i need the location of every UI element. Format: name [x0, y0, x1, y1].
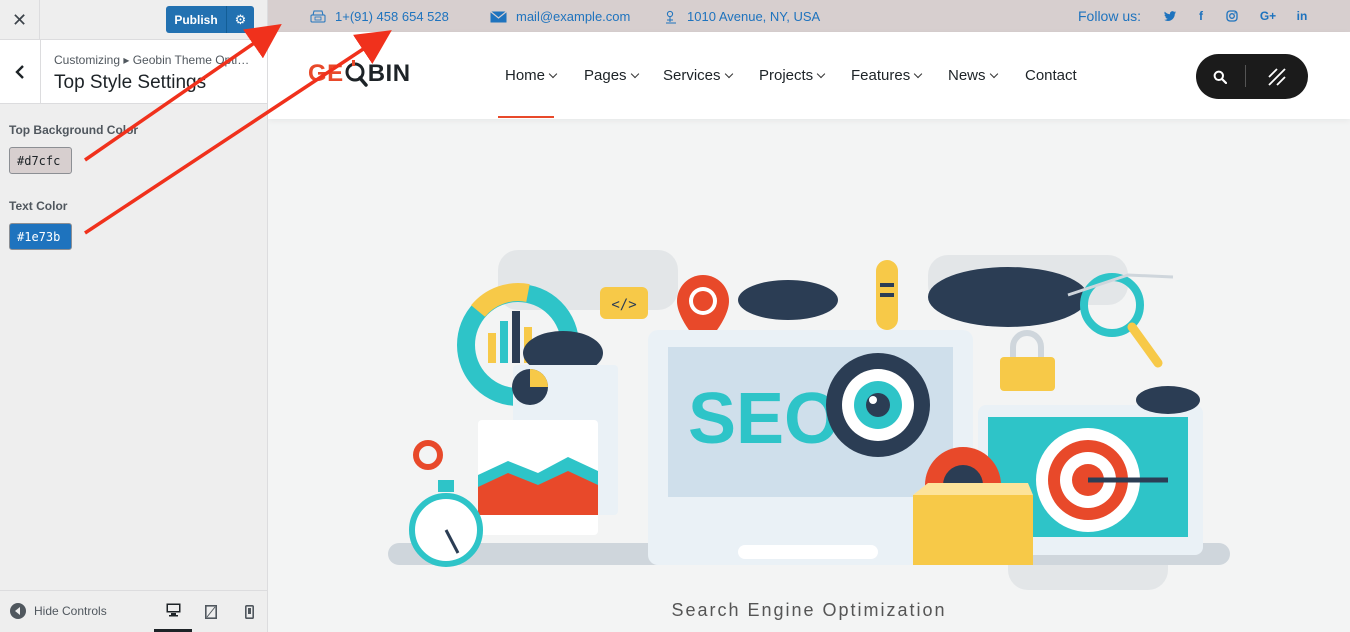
desktop-icon: [166, 603, 180, 617]
chevron-down-icon: [816, 69, 826, 78]
nav-contact[interactable]: Contact: [1025, 67, 1077, 84]
magnifier-logo-icon: [345, 60, 368, 87]
preview-mobile-button[interactable]: [230, 591, 268, 632]
location-icon: [666, 10, 676, 23]
customizer-sidebar: ✕ Publish ⚙ Customizing ▸ Geobin Theme O…: [0, 0, 268, 632]
google-plus-icon[interactable]: G+: [1258, 8, 1278, 24]
sidebar-footer: Hide Controls: [0, 590, 267, 632]
nav-features[interactable]: Features: [851, 67, 923, 84]
chevron-down-icon: [989, 69, 998, 78]
chevron-down-icon: [724, 69, 733, 78]
gear-icon: ⚙: [234, 11, 247, 27]
preview-tablet-button[interactable]: [192, 591, 230, 632]
nav-news-label: News: [948, 67, 986, 84]
phone-text: 1+(91) 458 654 528: [335, 9, 449, 24]
nav-services-label: Services: [663, 67, 721, 84]
svg-text:</>: </>: [611, 297, 636, 313]
nav-news[interactable]: News: [948, 67, 998, 84]
site-logo[interactable]: GE BIN: [308, 60, 411, 88]
twitter-icon[interactable]: [1163, 8, 1177, 24]
top-email[interactable]: mail@example.com: [490, 9, 630, 24]
search-button[interactable]: [1196, 54, 1244, 99]
chevron-left-icon: [15, 65, 24, 79]
hide-controls-button[interactable]: Hide Controls: [10, 603, 107, 619]
close-customizer-button[interactable]: ✕: [0, 0, 40, 40]
mail-icon: [490, 10, 507, 22]
sidebar-header: ✕ Publish ⚙: [0, 0, 267, 40]
linkedin-icon[interactable]: in: [1295, 8, 1309, 24]
nav-home[interactable]: Home: [505, 67, 558, 84]
top-phone[interactable]: 1+(91) 458 654 528: [310, 9, 449, 24]
tablet-icon: [205, 604, 217, 619]
active-nav-indicator: [498, 116, 554, 118]
section-header: Customizing ▸ Geobin Theme Opti… Top Sty…: [0, 40, 267, 104]
text-color-picker[interactable]: #1e73b: [9, 223, 72, 250]
logo-text-left: GE: [308, 60, 344, 87]
back-button[interactable]: [0, 40, 41, 104]
offcanvas-menu-button[interactable]: [1252, 54, 1302, 99]
nav-pages[interactable]: Pages: [584, 67, 639, 84]
nav-projects-label: Projects: [759, 67, 814, 84]
top-address[interactable]: 1010 Avenue, NY, USA: [664, 9, 820, 24]
nav-services[interactable]: Services: [663, 67, 733, 84]
section-title: Top Style Settings: [54, 72, 207, 93]
publish-button[interactable]: Publish: [166, 6, 227, 33]
site-preview: 1+(91) 458 654 528 mail@example.com 1010…: [268, 0, 1350, 632]
logo-text-right: BIN: [367, 60, 411, 87]
menu-lines-icon: [1268, 67, 1286, 86]
instagram-icon[interactable]: [1225, 8, 1239, 24]
hero-caption: Search Engine Optimization: [671, 600, 947, 620]
hide-controls-label: Hide Controls: [34, 604, 107, 618]
nav-actions: [1196, 54, 1308, 99]
collapse-icon: [10, 603, 26, 619]
preview-desktop-button[interactable]: [154, 591, 192, 632]
chevron-down-icon: [913, 69, 923, 78]
seo-illustration: </> SEO: [388, 250, 1230, 590]
chevron-down-icon: [548, 69, 558, 78]
follow-us-label: Follow us:: [1078, 8, 1142, 24]
nav-pages-label: Pages: [584, 67, 627, 84]
email-text: mail@example.com: [516, 9, 631, 24]
nav-projects[interactable]: Projects: [759, 67, 826, 84]
close-icon: ✕: [11, 9, 28, 30]
nav-features-label: Features: [851, 67, 911, 84]
nav-contact-label: Contact: [1025, 67, 1077, 84]
publish-group: Publish ⚙: [166, 6, 254, 33]
main-navbar: GE BIN Home Pages Services Projects Feat…: [268, 32, 1350, 119]
top-bar: 1+(91) 458 654 528 mail@example.com 1010…: [268, 0, 1350, 32]
nav-home-label: Home: [505, 67, 546, 84]
top-background-color-label: Top Background Color: [9, 123, 139, 137]
chevron-down-icon: [630, 69, 639, 78]
search-icon: [1213, 70, 1227, 84]
phone-icon: [310, 10, 326, 23]
text-color-label: Text Color: [9, 199, 68, 213]
address-text: 1010 Avenue, NY, USA: [687, 9, 821, 24]
mobile-icon: [244, 604, 254, 619]
facebook-icon[interactable]: f: [1194, 8, 1208, 24]
breadcrumb: Customizing ▸ Geobin Theme Opti…: [54, 53, 250, 67]
pill-divider: [1245, 65, 1246, 87]
seo-monitor-text: SEO: [688, 379, 840, 459]
publish-settings-button[interactable]: ⚙: [227, 6, 254, 33]
top-background-color-picker[interactable]: #d7cfc: [9, 147, 72, 174]
